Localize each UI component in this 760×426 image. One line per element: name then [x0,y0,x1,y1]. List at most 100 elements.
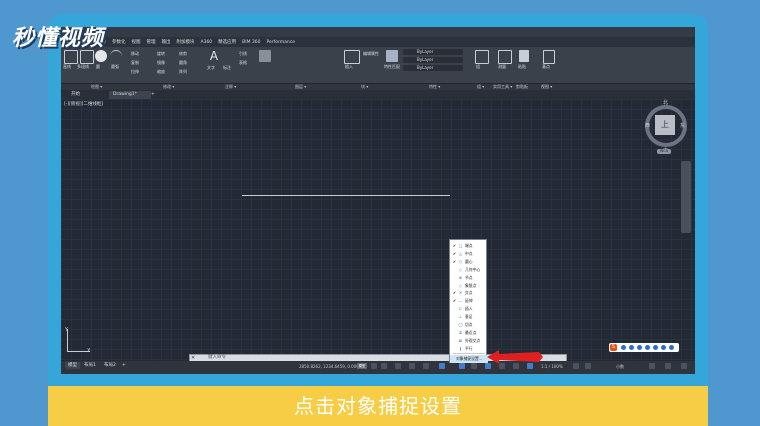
snap-marker-icon: □ [458,243,463,248]
ime-toolbar-icon-3[interactable] [637,345,642,350]
ribbon-label-move[interactable]: 移动 [131,51,139,56]
layout-tab-layout2[interactable]: 布局2 [101,362,119,369]
polyline-tool-icon[interactable] [80,50,94,64]
ribbon-label-edit-attributes[interactable]: 编辑属性 [363,51,379,56]
menu-tab-manage[interactable]: 管理 [147,39,156,45]
ribbon-label-array[interactable]: 阵列 [179,69,187,74]
ime-toolbar-icon-5[interactable] [653,345,658,350]
snap-menu-item[interactable]: ◇ 象限点 [450,282,488,290]
compass-west[interactable]: 西 [645,122,650,129]
ribbon-label-trim[interactable]: 修剪 [179,51,187,56]
line-tool-icon[interactable] [64,50,78,64]
grid-toggle-icon[interactable] [371,363,377,369]
menu-tab-featured[interactable]: 精选应用 [218,39,236,45]
paste-icon[interactable] [519,50,529,62]
snap-menu-item[interactable]: ◇ 几何中心 [450,266,488,274]
ime-logo-icon[interactable]: S [610,344,617,351]
snap-menu-item[interactable]: ✔ △ 中点 [450,250,488,258]
drawing-canvas[interactable]: [-][俯视][二维线框] 上 北 南 东 西 WCS Y X [61,99,695,361]
snap-menu-item[interactable]: ✔ ○ 圆心 [450,258,488,266]
menu-tab-output[interactable]: 输出 [162,39,171,45]
menu-tab-view[interactable]: 视图 [132,39,141,45]
snap-marker-icon: ◇ [459,266,462,272]
wcs-menu-button[interactable]: WCS [657,149,671,154]
base-point-icon[interactable] [543,50,555,64]
ribbon-label-rotate[interactable]: 旋转 [157,51,165,56]
ime-toolbar-icon-6[interactable] [661,345,666,350]
object-snap-tracking-icon[interactable] [439,363,445,369]
viewport-controls-label[interactable]: [-][俯视][二维线框] [64,101,103,107]
layer-properties-icon[interactable] [259,50,271,62]
model-space-button[interactable]: 模型 [357,363,367,369]
clean-screen-icon[interactable] [665,363,671,369]
snap-menu-item[interactable]: ✔ □ 端点 [450,242,488,250]
ime-toolbar-icon-7[interactable] [669,345,674,350]
snap-menu-item[interactable]: ⊥ 垂足 [450,313,488,321]
lineweight-dropdown[interactable]: ByLayer [403,65,463,71]
tab-add[interactable]: + [147,91,159,99]
snap-menu-item[interactable]: ◯ 切点 [450,321,488,329]
ribbon-label-circle: 圆 [96,64,100,69]
snap-menu-item[interactable]: ⊠ 外观交点 [450,337,488,345]
arc-tool-icon[interactable] [110,50,122,63]
ime-toolbar-icon-2[interactable] [629,345,634,350]
group-icon[interactable] [475,50,489,64]
snap-marker-icon: ⊗ [458,274,463,280]
layout-tab-add[interactable]: + [119,362,129,369]
measure-icon[interactable] [498,50,512,64]
polar-icon[interactable] [409,363,415,369]
layout-tab-layout1[interactable]: 布局1 [81,362,99,369]
object-snap-settings-item[interactable]: 对象捕捉设置... [450,355,488,363]
text-tool-icon[interactable]: A [209,49,219,63]
snap-menu-item[interactable]: ⊏ 插入 [450,305,488,313]
annotation-scale[interactable]: 1:1 / 100% [541,364,563,369]
navigation-bar[interactable] [681,161,691,233]
ribbon-label-match-properties: 特性匹配 [384,64,400,69]
ribbon-label-scale[interactable]: 缩放 [157,69,165,74]
ribbon-label-fillet[interactable]: 圆角 [179,60,187,65]
linetype-dropdown[interactable]: ByLayer [403,57,463,63]
menu-tab-parametric[interactable]: 参数化 [112,39,126,45]
ime-toolbar[interactable]: S [609,343,679,352]
snap-menu-item[interactable]: ✔ — 延伸 [450,297,488,305]
menu-tab-bim360[interactable]: BIM 360 [242,40,260,45]
ribbon-label-mirror[interactable]: 镜像 [157,60,165,65]
snap-mode-icon[interactable] [381,363,387,369]
units-readout[interactable]: 小数 [616,364,624,370]
object-snap-icon[interactable] [459,363,465,369]
ribbon-label-leader[interactable]: 引线 [239,51,247,56]
ribbon-label-copy[interactable]: 复制 [131,60,139,65]
snap-marker-icon: ◇ [459,282,462,288]
drawn-line[interactable] [242,195,450,196]
isodraft-icon[interactable] [423,363,429,369]
checkmark-icon: ✔ [452,243,457,248]
snap-menu-item[interactable]: ✔ ✕ 交点 [450,289,488,297]
color-dropdown[interactable]: ByLayer [403,49,463,55]
tab-drawing1[interactable]: Drawing1* [109,91,151,99]
customization-menu-icon[interactable] [681,363,687,369]
layout-tab-model[interactable]: 模型 [65,362,80,369]
menu-tab-a360[interactable]: A360 [201,40,213,45]
object-snap-dropdown-icon[interactable] [471,363,477,369]
insert-block-icon[interactable] [344,50,360,64]
isolate-objects-icon[interactable] [649,363,655,369]
ribbon-label-table[interactable]: 表格 [239,60,247,65]
workspace-switch-icon[interactable] [573,363,579,369]
snap-menu-item[interactable]: ⧖ 最近点 [450,329,488,337]
annotation-monitor-icon[interactable] [585,363,591,369]
snap-menu-item-label: 端点 [465,243,473,248]
ortho-icon[interactable] [395,363,401,369]
menu-tab-performance[interactable]: Performance [267,40,296,45]
menu-tab-addins[interactable]: 附加模块 [177,39,195,45]
match-properties-icon[interactable] [386,50,398,62]
snap-menu-item[interactable]: ∥ 平行 [450,345,488,353]
snap-menu-item[interactable]: ⊗ 节点 [450,274,488,282]
ime-toolbar-icon-1[interactable] [621,345,626,350]
ime-toolbar-icon-4[interactable] [645,345,650,350]
compass-north[interactable]: 北 [663,99,668,106]
coordinate-readout[interactable]: 2850.8262, 1234.6459, 0.0000 [299,364,361,369]
compass-east[interactable]: 东 [680,122,685,129]
viewcube-top-face[interactable]: 上 [655,115,675,135]
ribbon-label-stretch[interactable]: 拉伸 [131,69,139,74]
tab-start[interactable]: 开始 [67,91,84,99]
